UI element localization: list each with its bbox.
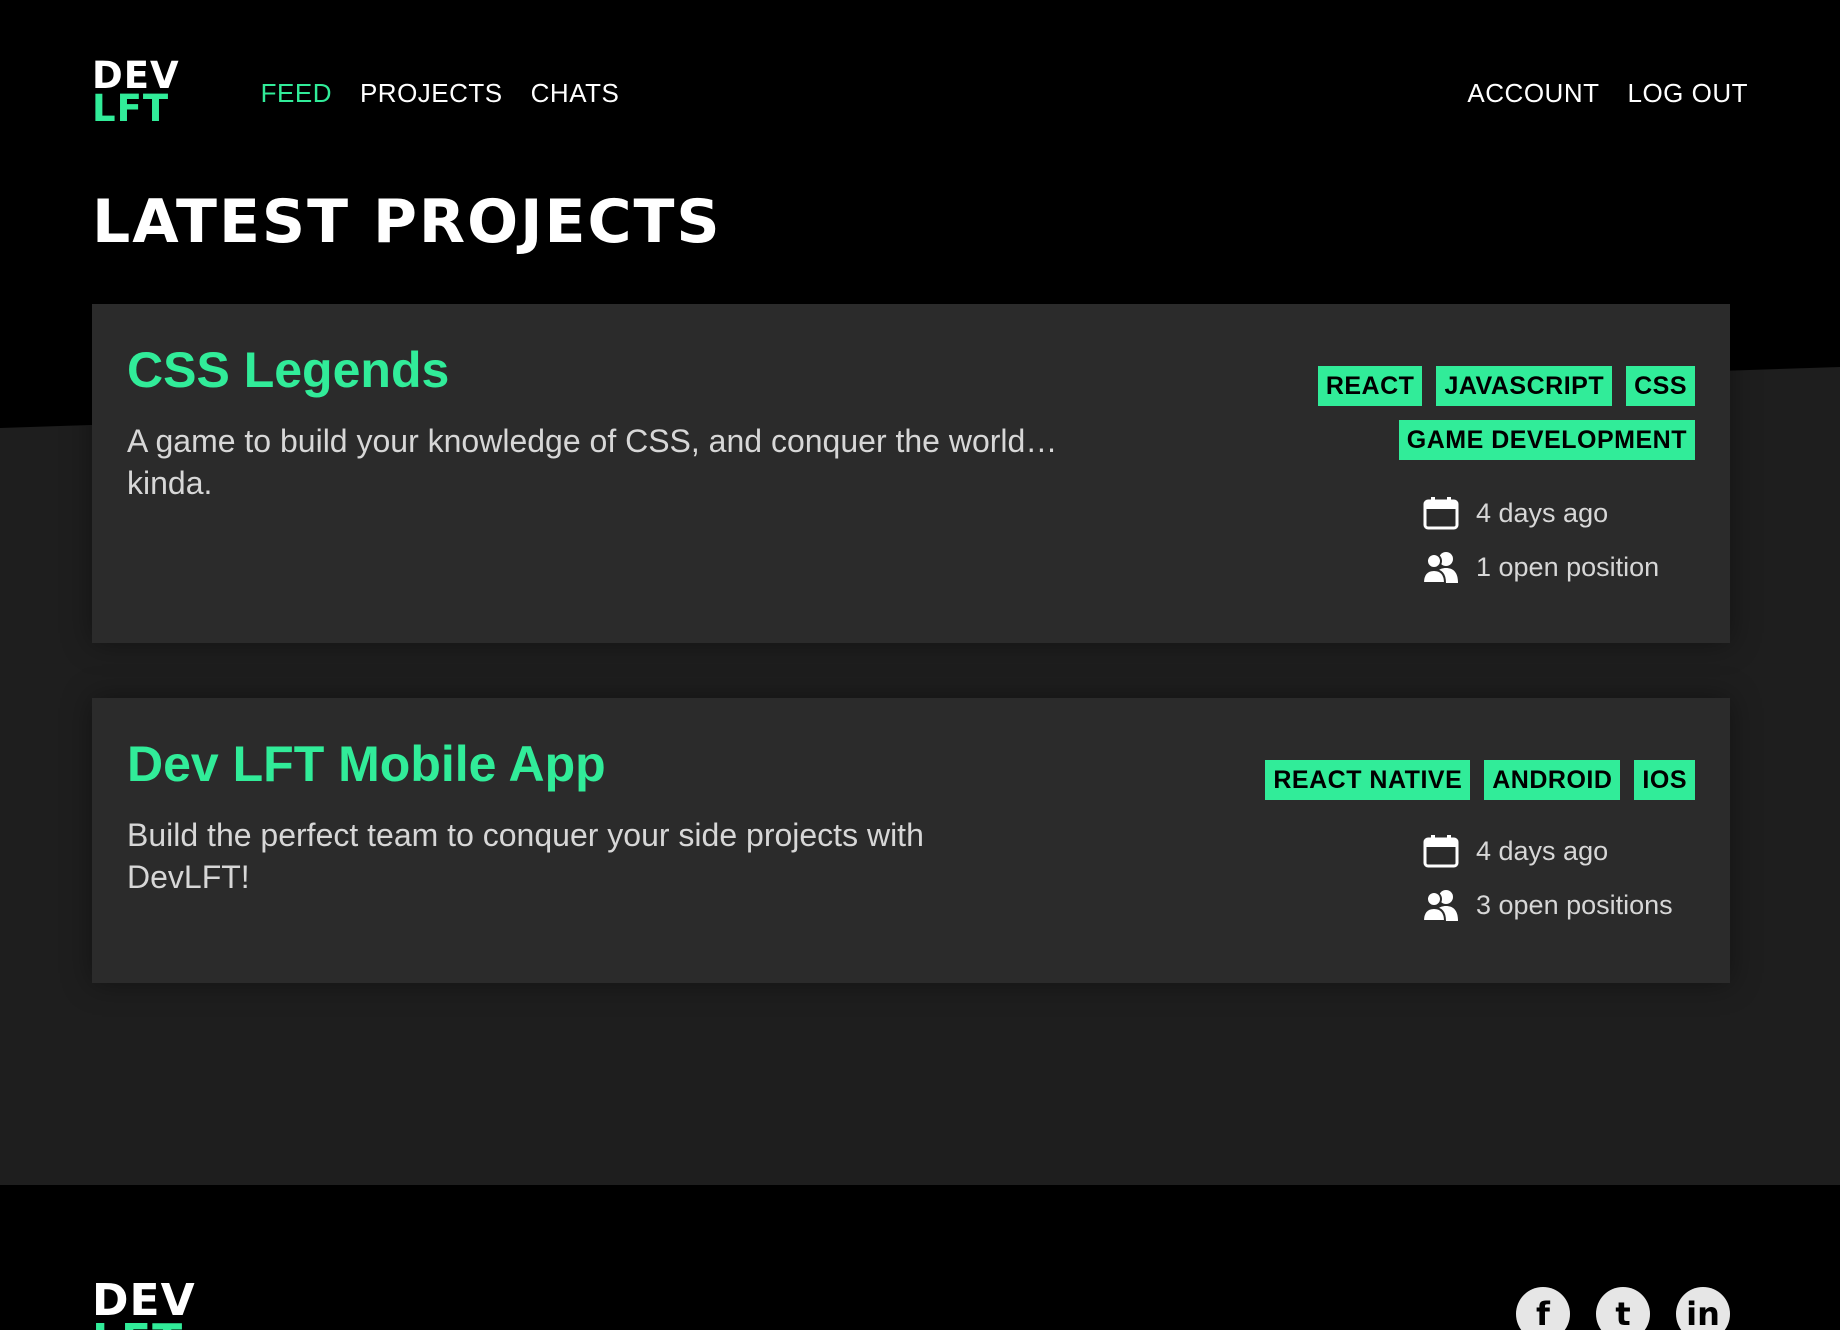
project-tags: REACT NATIVE ANDROID IOS: [1215, 760, 1695, 800]
project-description: A game to build your knowledge of CSS, a…: [127, 423, 1058, 501]
posted-date-text: 4 days ago: [1476, 835, 1609, 866]
main-nav: FEED PROJECTS CHATS: [261, 78, 620, 109]
footer-logo[interactable]: DEV LFT: [92, 1279, 196, 1330]
user-nav: ACCOUNT LOG OUT: [1467, 78, 1748, 109]
logout-link[interactable]: LOG OUT: [1627, 78, 1748, 109]
footer: DEV LFT f t in: [0, 1185, 1840, 1330]
calendar-icon: [1423, 835, 1459, 868]
logo-line-2: LFT: [92, 1319, 196, 1330]
tag-badge[interactable]: CSS: [1626, 366, 1695, 406]
users-icon: [1422, 890, 1458, 922]
project-card[interactable]: Dev LFT Mobile App Build the perfect tea…: [92, 698, 1730, 983]
project-description: Build the perfect team to conquer your s…: [127, 817, 924, 895]
page-title: LATEST PROJECTS: [92, 187, 722, 257]
tag-badge[interactable]: ANDROID: [1484, 760, 1621, 800]
users-icon: [1422, 552, 1458, 584]
linkedin-icon[interactable]: in: [1676, 1287, 1730, 1330]
social-links: f t in: [1516, 1287, 1730, 1330]
open-positions-text: 1 open position: [1476, 551, 1660, 582]
project-meta: 4 days ago 1 open position: [1422, 496, 1659, 584]
project-title[interactable]: CSS Legends: [127, 340, 449, 400]
open-positions: 1 open position: [1422, 550, 1659, 584]
project-card[interactable]: CSS Legends A game to build your knowled…: [92, 304, 1730, 643]
top-nav-bar: DEV LFT FEED PROJECTS CHATS ACCOUNT LOG …: [92, 52, 1748, 132]
calendar-icon: [1423, 497, 1459, 530]
posted-date: 4 days ago: [1422, 496, 1659, 530]
open-positions: 3 open positions: [1422, 888, 1673, 922]
logo-line-2: LFT: [92, 87, 170, 130]
nav-chats-link[interactable]: CHATS: [531, 78, 620, 109]
account-link[interactable]: ACCOUNT: [1467, 78, 1599, 109]
tag-badge[interactable]: REACT: [1317, 366, 1423, 406]
facebook-icon[interactable]: f: [1516, 1287, 1570, 1330]
twitter-icon[interactable]: t: [1596, 1287, 1650, 1330]
tag-badge[interactable]: JAVASCRIPT: [1436, 366, 1613, 406]
open-positions-text: 3 open positions: [1476, 889, 1673, 920]
posted-date: 4 days ago: [1422, 834, 1673, 868]
tag-badge[interactable]: GAME DEVELOPMENT: [1398, 420, 1695, 460]
posted-date-text: 4 days ago: [1476, 497, 1609, 528]
nav-feed-link[interactable]: FEED: [261, 78, 332, 109]
nav-projects-link[interactable]: PROJECTS: [360, 78, 503, 109]
project-tags: REACT JAVASCRIPT CSS GAME DEVELOPMENT: [1215, 366, 1695, 460]
tag-badge[interactable]: IOS: [1634, 760, 1695, 800]
tag-badge[interactable]: REACT NATIVE: [1265, 760, 1471, 800]
project-title[interactable]: Dev LFT Mobile App: [127, 734, 606, 794]
devlft-logo[interactable]: DEV LFT: [92, 57, 180, 130]
project-meta: 4 days ago 3 open positions: [1422, 834, 1673, 922]
